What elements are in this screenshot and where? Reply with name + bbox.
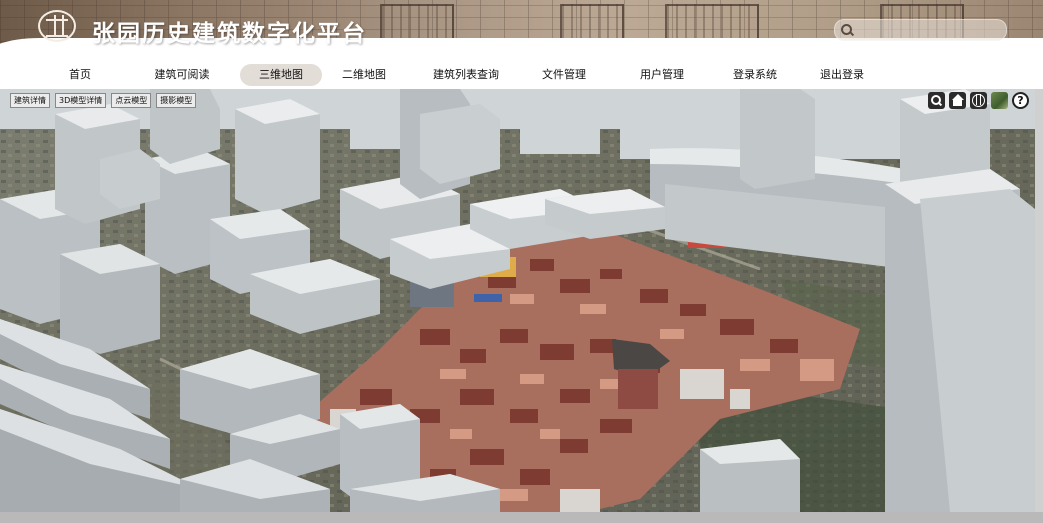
nav-logout[interactable]: 退出登录	[813, 64, 871, 86]
search-icon	[841, 24, 852, 35]
search-icon[interactable]	[928, 92, 945, 109]
vertical-scrollbar[interactable]	[1035, 89, 1043, 512]
photogrammetry-button[interactable]: 摄影模型	[156, 93, 197, 108]
point-cloud-button[interactable]: 点云模型	[111, 93, 152, 108]
basemap-layer-icon[interactable]	[991, 92, 1008, 109]
nav-building-readable[interactable]: 建筑可阅读	[148, 64, 216, 86]
building-details-button[interactable]: 建筑详情	[10, 93, 50, 108]
site-title: 张园历史建筑数字化平台	[92, 20, 367, 47]
nav-2d-map[interactable]: 二维地图	[333, 64, 395, 86]
nav-user-management[interactable]: 用户管理	[633, 64, 691, 86]
help-icon[interactable]: ?	[1012, 92, 1029, 109]
bottom-bar	[0, 512, 1043, 523]
nav-building-list[interactable]: 建筑列表查询	[425, 64, 507, 86]
site-logo	[38, 10, 76, 42]
map-controls: ?	[928, 92, 1029, 109]
3d-map-viewport[interactable]: 建筑详情 3D模型详情 点云模型 摄影模型 ?	[0, 89, 1035, 512]
nav-file-management[interactable]: 文件管理	[535, 64, 593, 86]
map-toolbar: 建筑详情 3D模型详情 点云模型 摄影模型	[10, 93, 197, 108]
nav-3d-map[interactable]: 三维地图	[240, 64, 322, 86]
home-icon[interactable]	[949, 92, 966, 109]
nav-home[interactable]: 首页	[55, 64, 105, 86]
header-banner: 张园历史建筑数字化平台	[0, 0, 1043, 54]
globe-icon[interactable]	[970, 92, 987, 109]
3d-model-details-button[interactable]: 3D模型详情	[55, 93, 107, 108]
search-box[interactable]	[834, 19, 1007, 41]
3d-scene	[0, 89, 1035, 512]
search-input[interactable]	[855, 22, 999, 38]
main-nav: 首页 建筑可阅读 三维地图 二维地图 建筑列表查询 文件管理 用户管理 登录系统…	[0, 62, 1043, 88]
nav-login[interactable]: 登录系统	[726, 64, 784, 86]
